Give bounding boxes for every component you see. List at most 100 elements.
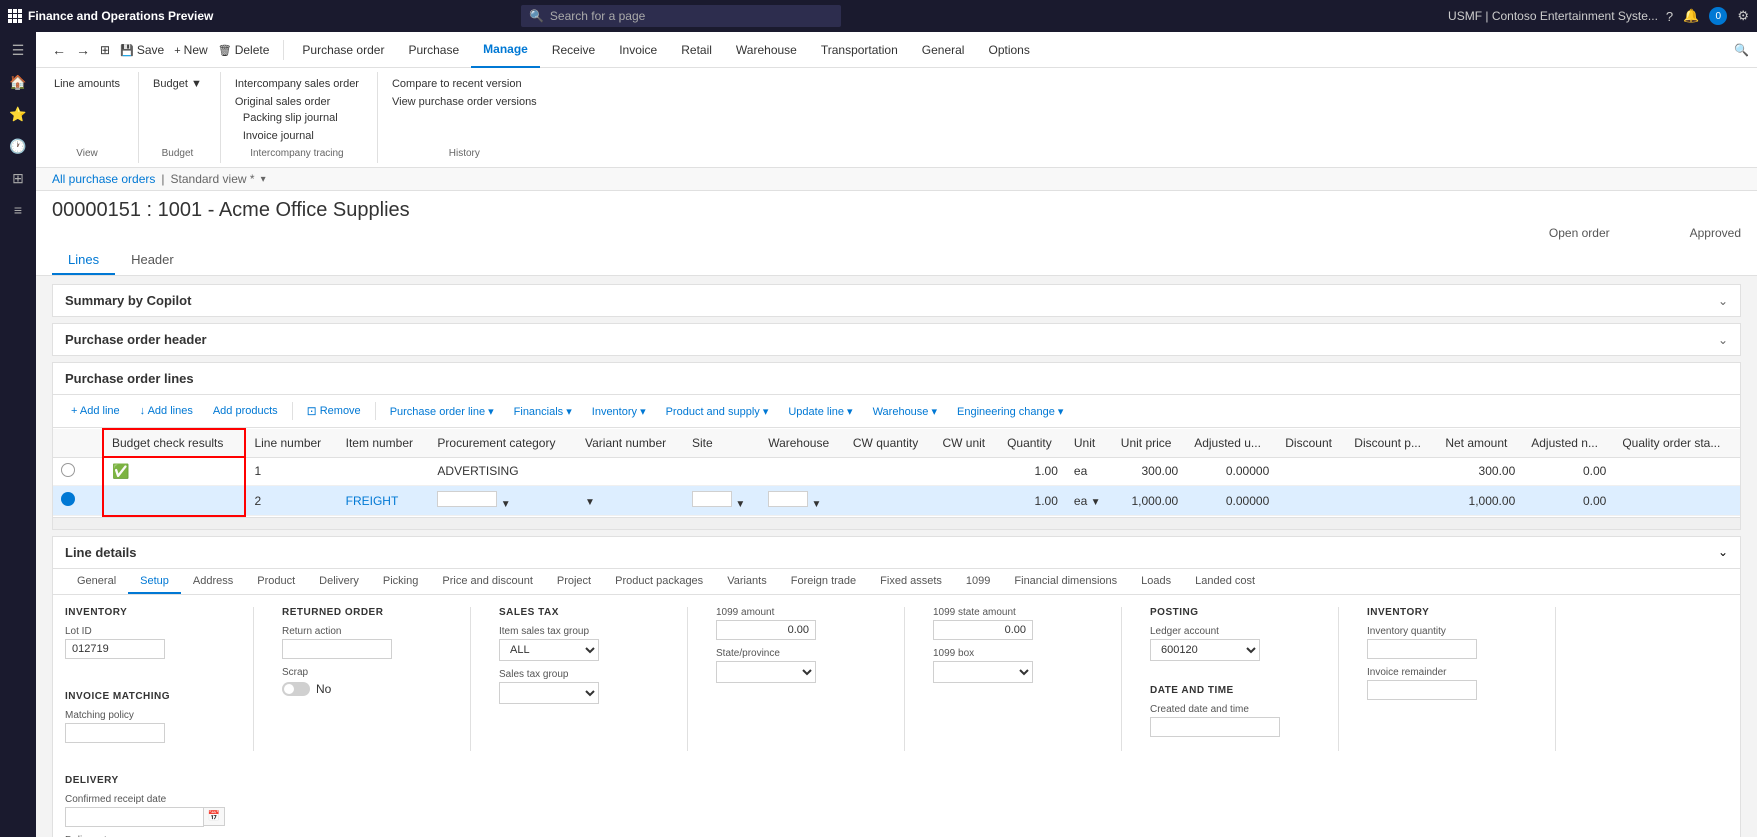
table-row[interactable]: ✅ 1 ADVERTISING 1.00 ea: [53, 457, 1740, 486]
inventory-qty-label: Inventory quantity: [1367, 626, 1527, 637]
view-dropdown-arrow[interactable]: ▾: [261, 174, 266, 185]
tab-warehouse[interactable]: Warehouse: [724, 32, 809, 68]
detail-tab-product-packages[interactable]: Product packages: [603, 569, 715, 594]
settings-icon[interactable]: ⚙: [1737, 8, 1749, 24]
detail-tab-foreign-trade[interactable]: Foreign trade: [779, 569, 868, 594]
tab-general[interactable]: General: [910, 32, 977, 68]
detail-tab-financial-dimensions[interactable]: Financial dimensions: [1002, 569, 1129, 594]
order-lines-header[interactable]: Purchase order lines: [53, 363, 1740, 395]
state-amount-1099-input[interactable]: [933, 620, 1033, 640]
add-lines-button[interactable]: ↓ Add lines: [134, 402, 199, 420]
line-details-chevron: ⌄: [1718, 545, 1728, 559]
detail-tab-address[interactable]: Address: [181, 569, 245, 594]
sidebar-menu-icon[interactable]: ☰: [4, 36, 32, 64]
row2-radio[interactable]: [53, 486, 83, 516]
compare-recent-button[interactable]: Compare to recent version: [386, 76, 543, 92]
tab-transportation[interactable]: Transportation: [809, 32, 910, 68]
new-ribbon-button[interactable]: + New: [170, 41, 212, 59]
inventory-qty-input[interactable]: [1367, 639, 1477, 659]
lot-id-input[interactable]: [65, 639, 165, 659]
ledger-account-select[interactable]: 600120: [1150, 639, 1260, 661]
box-1099-select[interactable]: [933, 661, 1033, 683]
invoice-remainder-input[interactable]: [1367, 680, 1477, 700]
intercompany-sales-order-button[interactable]: Intercompany sales order: [229, 76, 365, 92]
save-ribbon-button[interactable]: 💾 Save: [116, 41, 168, 59]
detail-tab-picking[interactable]: Picking: [371, 569, 430, 594]
confirmed-receipt-date-input[interactable]: [65, 807, 204, 827]
product-supply-button[interactable]: Product and supply ▾: [660, 402, 775, 421]
ledger-account-label: Ledger account: [1150, 626, 1310, 637]
sidebar-modules-icon[interactable]: ≡: [4, 196, 32, 224]
engineering-change-button[interactable]: Engineering change ▾: [951, 402, 1069, 421]
inventory-button[interactable]: Inventory ▾: [586, 402, 652, 421]
detail-tab-product[interactable]: Product: [245, 569, 307, 594]
search-ribbon-icon[interactable]: 🔍: [1734, 43, 1749, 57]
tab-purchase-order[interactable]: Purchase order: [290, 32, 396, 68]
amount-1099-input[interactable]: [716, 620, 816, 640]
date-picker-icon[interactable]: 📅: [204, 807, 225, 826]
scrap-toggle[interactable]: No: [282, 682, 442, 696]
detail-tab-setup[interactable]: Setup: [128, 569, 181, 594]
notification-icon[interactable]: 🔔: [1683, 8, 1699, 24]
invoice-journal-button[interactable]: Invoice journal: [237, 128, 365, 144]
tab-receive[interactable]: Receive: [540, 32, 607, 68]
return-action-input[interactable]: [282, 639, 392, 659]
help-icon[interactable]: ?: [1666, 9, 1673, 24]
order-header-header[interactable]: Purchase order header ⌄: [53, 324, 1740, 355]
breadcrumb-all-orders[interactable]: All purchase orders: [52, 172, 155, 186]
sidebar-favorites-icon[interactable]: ⭐: [4, 100, 32, 128]
remove-button[interactable]: ⊡ Remove: [301, 401, 367, 421]
update-line-button[interactable]: Update line ▾: [782, 402, 858, 421]
horizontal-scrollbar[interactable]: [53, 517, 1740, 529]
warehouse-button[interactable]: Warehouse ▾: [867, 402, 943, 421]
standard-view-label[interactable]: Standard view *: [171, 172, 255, 186]
tab-purchase[interactable]: Purchase: [396, 32, 471, 68]
sidebar-workspaces-icon[interactable]: ⊞: [4, 164, 32, 192]
tab-retail[interactable]: Retail: [669, 32, 724, 68]
view-po-versions-button[interactable]: View purchase order versions: [386, 94, 543, 110]
detail-tab-loads[interactable]: Loads: [1129, 569, 1183, 594]
line-amounts-button[interactable]: Line amounts: [48, 76, 126, 92]
badge-icon[interactable]: 0: [1709, 7, 1727, 25]
state-province-select[interactable]: [716, 661, 816, 683]
forward-button[interactable]: →: [72, 40, 94, 60]
matching-policy-input[interactable]: [65, 723, 165, 743]
line-details-header[interactable]: Line details ⌄: [53, 537, 1740, 569]
add-line-button[interactable]: + Add line: [65, 402, 126, 420]
row2-item-number[interactable]: FREIGHT: [338, 486, 430, 516]
tab-lines[interactable]: Lines: [52, 244, 115, 275]
row1-radio[interactable]: [53, 457, 83, 486]
financials-button[interactable]: Financials ▾: [508, 402, 578, 421]
detail-tab-variants[interactable]: Variants: [715, 569, 779, 594]
copilot-header[interactable]: Summary by Copilot ⌄: [53, 285, 1740, 316]
purchase-order-line-button[interactable]: Purchase order line ▾: [384, 402, 500, 421]
windows-button[interactable]: ⊞: [96, 41, 114, 59]
detail-tab-landed-cost[interactable]: Landed cost: [1183, 569, 1267, 594]
detail-tab-delivery[interactable]: Delivery: [307, 569, 371, 594]
detail-tab-fixed-assets[interactable]: Fixed assets: [868, 569, 954, 594]
tab-header[interactable]: Header: [115, 244, 190, 275]
tab-manage[interactable]: Manage: [471, 32, 540, 68]
delete-ribbon-button[interactable]: 🗑 Delete: [214, 41, 274, 59]
packing-slip-journal-button[interactable]: Packing slip journal: [237, 110, 365, 126]
sales-tax-group-select[interactable]: [499, 682, 599, 704]
original-sales-order-button[interactable]: Original sales order: [229, 94, 365, 110]
detail-tab-1099[interactable]: 1099: [954, 569, 1002, 594]
detail-tab-price-discount[interactable]: Price and discount: [430, 569, 545, 594]
created-datetime-input[interactable]: [1150, 717, 1280, 737]
add-products-button[interactable]: Add products: [207, 402, 284, 420]
sidebar-recent-icon[interactable]: 🕐: [4, 132, 32, 160]
tab-options[interactable]: Options: [976, 32, 1041, 68]
row2-cw-unit: [934, 486, 999, 516]
item-sales-tax-group-select[interactable]: ALL: [499, 639, 599, 661]
sidebar-home-icon[interactable]: 🏠: [4, 68, 32, 96]
scrap-toggle-switch[interactable]: [282, 682, 310, 696]
global-search[interactable]: 🔍 Search for a page: [521, 5, 841, 27]
detail-tab-project[interactable]: Project: [545, 569, 603, 594]
back-button[interactable]: ←: [48, 40, 70, 60]
table-row[interactable]: 2 FREIGHT ▼ ▼ ▼ ▼ 1.00 ea ▼ 1,000.0: [53, 486, 1740, 516]
tab-invoice[interactable]: Invoice: [607, 32, 669, 68]
ribbon-manage-content: Line amounts View Budget ▼ Budget Interc…: [36, 68, 1757, 167]
budget-button[interactable]: Budget ▼: [147, 76, 208, 92]
detail-tab-general[interactable]: General: [65, 569, 128, 594]
